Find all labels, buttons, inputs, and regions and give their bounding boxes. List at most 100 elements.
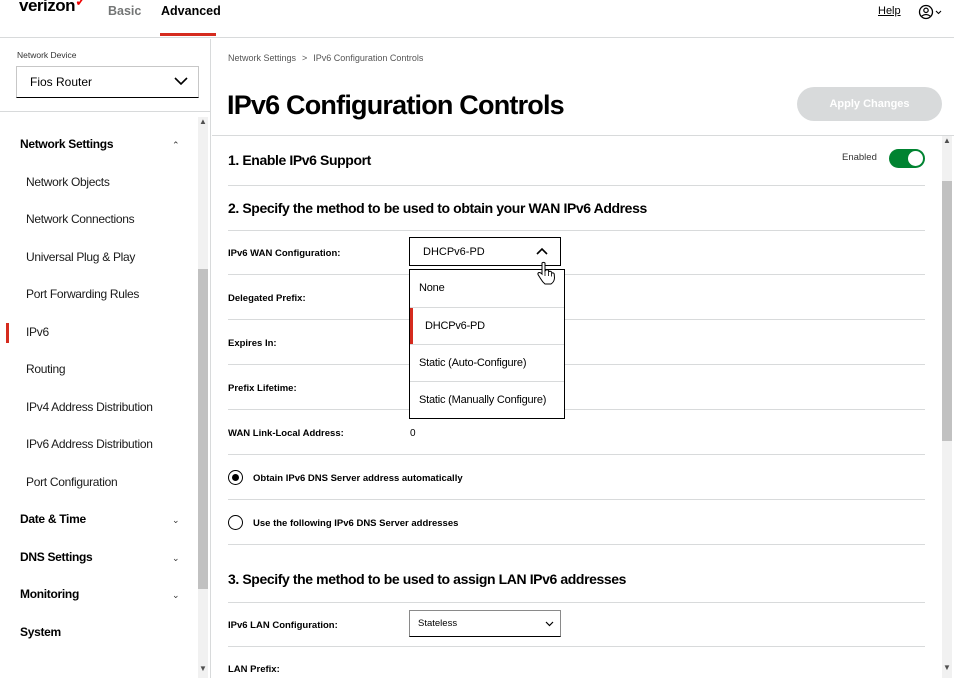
sidebar-item-label: Port Configuration bbox=[26, 475, 118, 489]
network-device-select[interactable]: Fios Router bbox=[16, 66, 199, 98]
scroll-down-icon[interactable]: ▼ bbox=[199, 664, 207, 673]
tab-advanced[interactable]: Advanced bbox=[161, 4, 221, 18]
sidebar-item-label: IPv6 bbox=[26, 325, 49, 339]
dropdown-option-static-auto[interactable]: Static (Auto-Configure) bbox=[410, 344, 564, 381]
lan-config-label: IPv6 LAN Configuration: bbox=[228, 620, 338, 631]
divider bbox=[228, 454, 925, 455]
chevron-up-icon bbox=[536, 247, 548, 255]
radio-dot bbox=[232, 474, 239, 481]
link-local-label: WAN Link-Local Address: bbox=[228, 428, 344, 439]
verizon-logo[interactable]: verizon✓ bbox=[19, 0, 87, 16]
user-menu-button[interactable] bbox=[918, 3, 942, 21]
top-navigation-bar: verizon✓ Basic Advanced Help bbox=[0, 0, 954, 38]
sidebar: Network Device Fios Router Network Setti… bbox=[0, 39, 211, 678]
sidebar-item-label: Date & Time bbox=[20, 512, 86, 526]
sidebar-item-label: IPv6 Address Distribution bbox=[26, 437, 153, 451]
breadcrumb: Network Settings > IPv6 Configuration Cont… bbox=[228, 53, 423, 63]
sidebar-item-port-forwarding[interactable]: Port Forwarding Rules bbox=[0, 276, 196, 313]
sidebar-item-network-settings[interactable]: Network Settings ⌃ bbox=[0, 126, 196, 163]
sidebar-item-network-connections[interactable]: Network Connections bbox=[0, 201, 196, 238]
toggle-knob bbox=[908, 151, 923, 166]
divider bbox=[228, 409, 925, 410]
scroll-up-icon[interactable]: ▲ bbox=[943, 136, 951, 145]
sidebar-item-label: DNS Settings bbox=[20, 550, 93, 564]
option-label: Static (Auto-Configure) bbox=[419, 357, 527, 369]
divider bbox=[228, 364, 925, 365]
prefix-lifetime-label: Prefix Lifetime: bbox=[228, 383, 297, 394]
sidebar-scrollbar[interactable]: ▲ ▼ bbox=[196, 117, 210, 678]
main-scrollbar[interactable]: ▲ ▼ bbox=[940, 136, 954, 678]
chevron-down-icon bbox=[545, 621, 554, 627]
scroll-up-icon[interactable]: ▲ bbox=[199, 117, 207, 126]
option-label: None bbox=[419, 282, 445, 294]
expires-in-label: Expires In: bbox=[228, 338, 277, 349]
breadcrumb-item: IPv6 Configuration Controls bbox=[313, 53, 424, 63]
chevron-up-icon: ⌃ bbox=[172, 140, 180, 150]
scroll-down-icon[interactable]: ▼ bbox=[943, 663, 951, 672]
settings-form: 1. Enable IPv6 Support Enabled 2. Specif… bbox=[212, 136, 938, 678]
divider bbox=[228, 499, 925, 500]
sidebar-item-ipv4-distribution[interactable]: IPv4 Address Distribution bbox=[0, 389, 196, 426]
sidebar-item-dns-settings[interactable]: DNS Settings ⌄ bbox=[0, 539, 196, 576]
sidebar-item-label: Routing bbox=[26, 362, 66, 376]
divider bbox=[228, 602, 925, 603]
sidebar-divider bbox=[0, 111, 211, 112]
chevron-down-icon: ⌄ bbox=[172, 590, 180, 600]
dns-auto-radio[interactable] bbox=[228, 470, 243, 485]
sidebar-item-upnp[interactable]: Universal Plug & Play bbox=[0, 239, 196, 276]
chevron-down-icon bbox=[174, 77, 188, 86]
help-link[interactable]: Help bbox=[878, 5, 901, 17]
sidebar-item-date-time[interactable]: Date & Time ⌄ bbox=[0, 501, 196, 538]
sidebar-item-routing[interactable]: Routing bbox=[0, 351, 196, 388]
sidebar-item-label: Universal Plug & Play bbox=[26, 250, 136, 264]
active-tab-indicator bbox=[160, 33, 216, 36]
sidebar-item-network-objects[interactable]: Network Objects bbox=[0, 164, 196, 201]
sidebar-item-label: Port Forwarding Rules bbox=[26, 287, 140, 301]
selected-indicator bbox=[410, 308, 413, 345]
toggle-state-label: Enabled bbox=[842, 152, 877, 163]
sidebar-item-label: System bbox=[20, 625, 61, 639]
section-title: 1. Enable IPv6 Support bbox=[228, 152, 371, 168]
lan-config-value: Stateless bbox=[418, 618, 458, 629]
sidebar-item-label: Monitoring bbox=[20, 587, 79, 601]
apply-changes-button[interactable]: Apply Changes bbox=[797, 87, 942, 121]
scrollbar-thumb[interactable] bbox=[942, 181, 952, 441]
hand-pointer-icon bbox=[537, 261, 556, 285]
option-label: DHCPv6-PD bbox=[425, 320, 485, 332]
divider bbox=[228, 274, 925, 275]
sidebar-item-ipv6-distribution[interactable]: IPv6 Address Distribution bbox=[0, 426, 196, 463]
dns-manual-label[interactable]: Use the following IPv6 DNS Server addres… bbox=[253, 518, 458, 529]
divider bbox=[228, 185, 925, 186]
lan-prefix-label: LAN Prefix: bbox=[228, 664, 280, 675]
wan-config-dropdown: None DHCPv6-PD Static (Auto-Configure) S… bbox=[409, 269, 565, 419]
sidebar-item-label: Network Settings bbox=[20, 137, 114, 151]
sidebar-item-system[interactable]: System bbox=[0, 614, 196, 651]
section-title: 2. Specify the method to be used to obta… bbox=[228, 200, 647, 216]
page-title: IPv6 Configuration Controls bbox=[227, 90, 565, 120]
user-icon bbox=[918, 4, 942, 20]
dns-auto-label[interactable]: Obtain IPv6 DNS Server address automatic… bbox=[253, 473, 463, 484]
tab-basic[interactable]: Basic bbox=[108, 4, 141, 18]
sidebar-item-label: Network Connections bbox=[26, 212, 135, 226]
dropdown-option-dhcpv6-pd[interactable]: DHCPv6-PD bbox=[410, 307, 564, 345]
network-device-label: Network Device bbox=[17, 50, 77, 60]
wan-config-value: DHCPv6-PD bbox=[423, 246, 485, 258]
lan-config-select[interactable]: Stateless bbox=[409, 610, 561, 637]
option-label: Static (Manually Configure) bbox=[419, 394, 547, 406]
scrollbar-thumb[interactable] bbox=[198, 269, 208, 589]
sidebar-item-label: Network Objects bbox=[26, 175, 110, 189]
divider bbox=[228, 230, 925, 231]
sidebar-item-port-configuration[interactable]: Port Configuration bbox=[0, 464, 196, 501]
divider bbox=[228, 319, 925, 320]
wan-config-label: IPv6 WAN Configuration: bbox=[228, 248, 341, 259]
chevron-down-icon: ⌄ bbox=[172, 515, 180, 525]
sidebar-item-ipv6[interactable]: IPv6 bbox=[0, 314, 196, 351]
dropdown-option-static-manual[interactable]: Static (Manually Configure) bbox=[410, 381, 564, 418]
sidebar-item-monitoring[interactable]: Monitoring ⌄ bbox=[0, 576, 196, 613]
enable-ipv6-toggle[interactable] bbox=[889, 149, 925, 168]
sidebar-item-label: IPv4 Address Distribution bbox=[26, 400, 153, 414]
main-content: Network Settings > IPv6 Configuration Cont… bbox=[212, 39, 954, 678]
breadcrumb-item[interactable]: Network Settings bbox=[228, 53, 296, 63]
dns-manual-radio[interactable] bbox=[228, 515, 243, 530]
divider bbox=[228, 646, 925, 647]
